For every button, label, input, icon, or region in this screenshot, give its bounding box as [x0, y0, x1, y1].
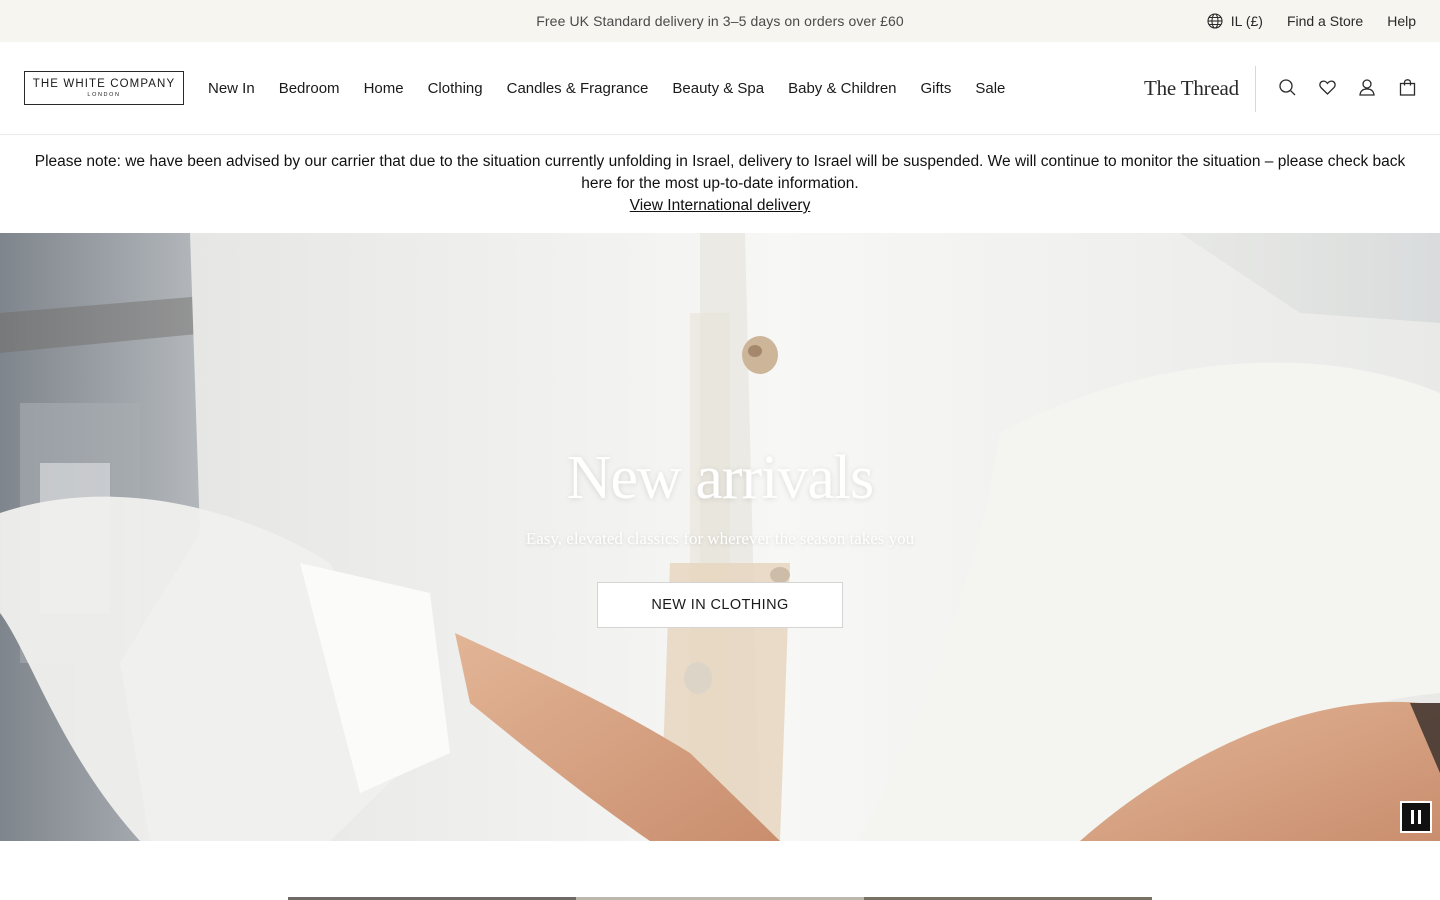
- hero-title: New arrivals: [566, 444, 874, 512]
- logo-sub-text: LONDON: [87, 91, 121, 98]
- nav-item-candles-fragrance[interactable]: Candles & Fragrance: [507, 80, 649, 97]
- heart-icon[interactable]: [1318, 78, 1336, 96]
- pause-icon[interactable]: [1400, 801, 1432, 833]
- account-icon[interactable]: [1358, 78, 1376, 96]
- below-fold-section: [0, 841, 1440, 900]
- find-store-link[interactable]: Find a Store: [1287, 13, 1363, 29]
- delivery-notice: Please note: we have been advised by our…: [0, 135, 1440, 233]
- nav-item-new-in[interactable]: New In: [208, 80, 255, 97]
- logo-main-text: THE WHITE COMPANY: [32, 77, 176, 90]
- header-divider: [1255, 66, 1256, 112]
- the-thread-link[interactable]: The Thread: [1144, 76, 1239, 101]
- nav-item-sale[interactable]: Sale: [975, 80, 1005, 97]
- header-icons: [1278, 78, 1416, 96]
- main-nav: New In Bedroom Home Clothing Candles & F…: [208, 42, 1029, 135]
- nav-item-clothing[interactable]: Clothing: [428, 80, 483, 97]
- nav-item-beauty-spa[interactable]: Beauty & Spa: [672, 80, 764, 97]
- site-header: THE WHITE COMPANY LONDON New In Bedroom …: [0, 42, 1440, 135]
- hero-subtitle: Easy, elevated classics for wherever the…: [525, 529, 915, 548]
- nav-item-gifts[interactable]: Gifts: [921, 80, 952, 97]
- new-in-clothing-button[interactable]: NEW IN CLOTHING: [597, 582, 843, 628]
- help-link[interactable]: Help: [1387, 13, 1416, 29]
- hero-banner[interactable]: New arrivals Easy, elevated classics for…: [0, 233, 1440, 841]
- logo[interactable]: THE WHITE COMPANY LONDON: [24, 71, 184, 105]
- utility-links: IL (£) Find a Store Help: [1207, 0, 1416, 42]
- notice-text: Please note: we have been advised by our…: [34, 153, 1406, 192]
- search-icon[interactable]: [1278, 78, 1296, 96]
- international-delivery-link[interactable]: View International delivery: [630, 195, 811, 217]
- nav-item-baby-children[interactable]: Baby & Children: [788, 80, 896, 97]
- globe-icon: [1207, 13, 1223, 29]
- nav-item-bedroom[interactable]: Bedroom: [279, 80, 340, 97]
- region-label: IL (£): [1230, 13, 1263, 29]
- bag-icon[interactable]: [1398, 78, 1416, 96]
- nav-item-home[interactable]: Home: [364, 80, 404, 97]
- region-selector[interactable]: IL (£): [1207, 13, 1263, 29]
- utility-bar: Free UK Standard delivery in 3–5 days on…: [0, 0, 1440, 42]
